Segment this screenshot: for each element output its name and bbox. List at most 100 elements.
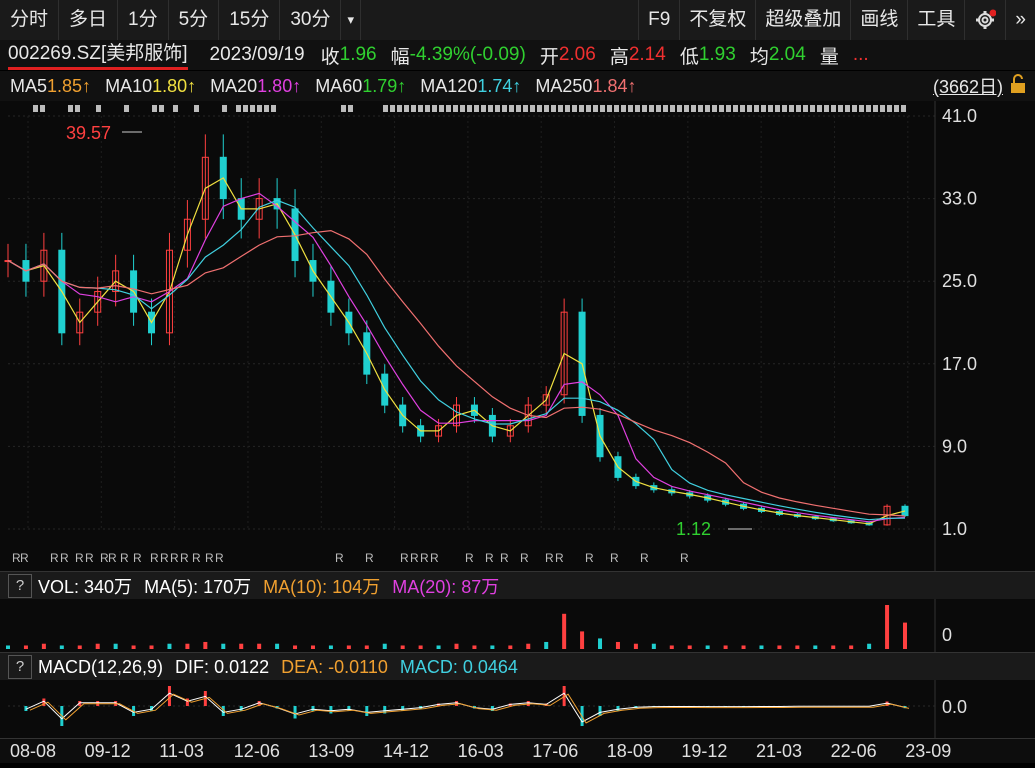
vol-bar xyxy=(759,645,763,649)
lock-icon[interactable] xyxy=(1009,74,1027,99)
rights-marker: R xyxy=(520,551,529,565)
vol-bar xyxy=(275,644,279,649)
event-marker xyxy=(446,105,451,112)
event-marker xyxy=(439,105,444,112)
rights-marker: R xyxy=(610,551,619,565)
event-marker xyxy=(628,105,633,112)
event-marker xyxy=(173,105,178,112)
vol-bar xyxy=(185,644,189,649)
x-tick-label: 19-12 xyxy=(681,741,727,761)
gear-icon[interactable] xyxy=(964,0,1005,40)
vol-label: VOL: 340万 xyxy=(38,573,132,599)
ma-value-5: 1.84↑ xyxy=(592,76,636,97)
macd-bar xyxy=(329,706,332,714)
x-tick-label: 22-06 xyxy=(831,741,877,761)
max-price-label: 39.57 xyxy=(66,123,111,143)
vol-bar xyxy=(96,644,100,649)
quote-info-bar: 002269.SZ[美邦服饰] 2023/09/19 收 1.96 幅 -4.3… xyxy=(0,40,1035,70)
rights-marker: R xyxy=(500,551,509,565)
rights-marker: R xyxy=(335,551,344,565)
event-marker xyxy=(96,105,101,112)
event-marker xyxy=(719,105,724,112)
event-marker xyxy=(754,105,759,112)
event-marker xyxy=(467,105,472,112)
vol-bar xyxy=(634,644,638,649)
price-chart[interactable]: 41.033.025.017.09.01.039.571.12R R R R R R R R R… xyxy=(0,101,1035,571)
period-tab-0[interactable]: 分时 xyxy=(0,0,59,40)
info-more[interactable]: ... xyxy=(853,44,869,66)
period-tab-1[interactable]: 多日 xyxy=(59,0,118,40)
event-marker xyxy=(544,105,549,112)
event-marker xyxy=(768,105,773,112)
vol-bar xyxy=(203,642,207,649)
event-marker xyxy=(691,105,696,112)
vol-bar xyxy=(150,645,154,649)
draw-button[interactable]: 画线 xyxy=(850,0,907,40)
rights-marker: R xyxy=(85,551,94,565)
event-marker xyxy=(481,105,486,112)
volume-chart[interactable]: 0 xyxy=(0,599,1035,652)
help-icon[interactable]: ? xyxy=(8,574,32,598)
event-marker xyxy=(824,105,829,112)
x-tick-label: 13-09 xyxy=(308,741,354,761)
dea-label: DEA: -0.0110 xyxy=(281,657,388,678)
event-marker xyxy=(761,105,766,112)
low-value: 1.93 xyxy=(699,44,736,66)
vol-bar xyxy=(221,644,225,649)
time-axis: 08-08 09-12 11-03 12-06 13-09 14-12 16-03 17-06… xyxy=(0,738,1035,763)
x-tick-label: 23-09 xyxy=(905,741,951,761)
event-marker xyxy=(551,105,556,112)
more-icon[interactable]: » xyxy=(1005,0,1035,40)
stock-code[interactable]: 002269.SZ[美邦服饰] xyxy=(8,41,188,70)
event-marker xyxy=(75,105,80,112)
event-marker xyxy=(124,105,129,112)
day-count[interactable]: (3662日) xyxy=(933,73,1003,99)
vol-bar xyxy=(670,645,674,649)
min-price-label: 1.12 xyxy=(676,519,711,539)
vol-bar xyxy=(598,638,602,649)
macd-label: MACD: 0.0464 xyxy=(400,657,518,678)
period-tab-4[interactable]: 15分 xyxy=(219,0,280,40)
period-tab-2[interactable]: 1分 xyxy=(118,0,169,40)
vol-bar xyxy=(239,644,243,649)
vol-bar xyxy=(777,645,781,649)
event-marker xyxy=(509,105,514,112)
help-icon[interactable]: ? xyxy=(8,655,32,679)
overlay-button[interactable]: 超级叠加 xyxy=(755,0,850,40)
event-marker xyxy=(390,105,395,112)
quote-date: 2023/09/19 xyxy=(210,44,305,66)
period-dropdown-icon[interactable]: ▾ xyxy=(341,0,361,40)
event-marker xyxy=(747,105,752,112)
macd-y-tick: 0.0 xyxy=(942,697,967,717)
avg-label: 均 xyxy=(750,42,769,69)
event-marker xyxy=(635,105,640,112)
rights-marker: R xyxy=(20,551,29,565)
period-tab-5[interactable]: 30分 xyxy=(280,0,341,40)
event-marker xyxy=(565,105,570,112)
rights-marker: R xyxy=(215,551,224,565)
vol-bar xyxy=(508,645,512,649)
event-marker xyxy=(572,105,577,112)
event-marker xyxy=(68,105,73,112)
vol-bar xyxy=(903,623,907,649)
event-marker xyxy=(698,105,703,112)
ma-value-0: 1.85↑ xyxy=(47,76,91,97)
rights-marker: R xyxy=(60,551,69,565)
rights-marker: R xyxy=(160,551,169,565)
event-marker xyxy=(726,105,731,112)
vol-bg xyxy=(0,599,1035,652)
vol-ma20-label: MA(20): 87万 xyxy=(392,573,499,599)
vol-bar xyxy=(867,644,871,649)
ma-value-4: 1.74↑ xyxy=(477,76,521,97)
x-tick-label: 16-03 xyxy=(458,741,504,761)
macd-chart[interactable]: 0.0 xyxy=(0,680,1035,738)
event-marker xyxy=(803,105,808,112)
x-tick-label: 09-12 xyxy=(85,741,131,761)
rights-marker: R xyxy=(465,551,474,565)
volume-label: 量 xyxy=(820,42,839,69)
period-tab-3[interactable]: 5分 xyxy=(169,0,220,40)
adjust-button[interactable]: 不复权 xyxy=(679,0,755,40)
tools-button[interactable]: 工具 xyxy=(907,0,964,40)
ma-value-3: 1.79↑ xyxy=(362,76,406,97)
f9-button[interactable]: F9 xyxy=(638,0,679,40)
